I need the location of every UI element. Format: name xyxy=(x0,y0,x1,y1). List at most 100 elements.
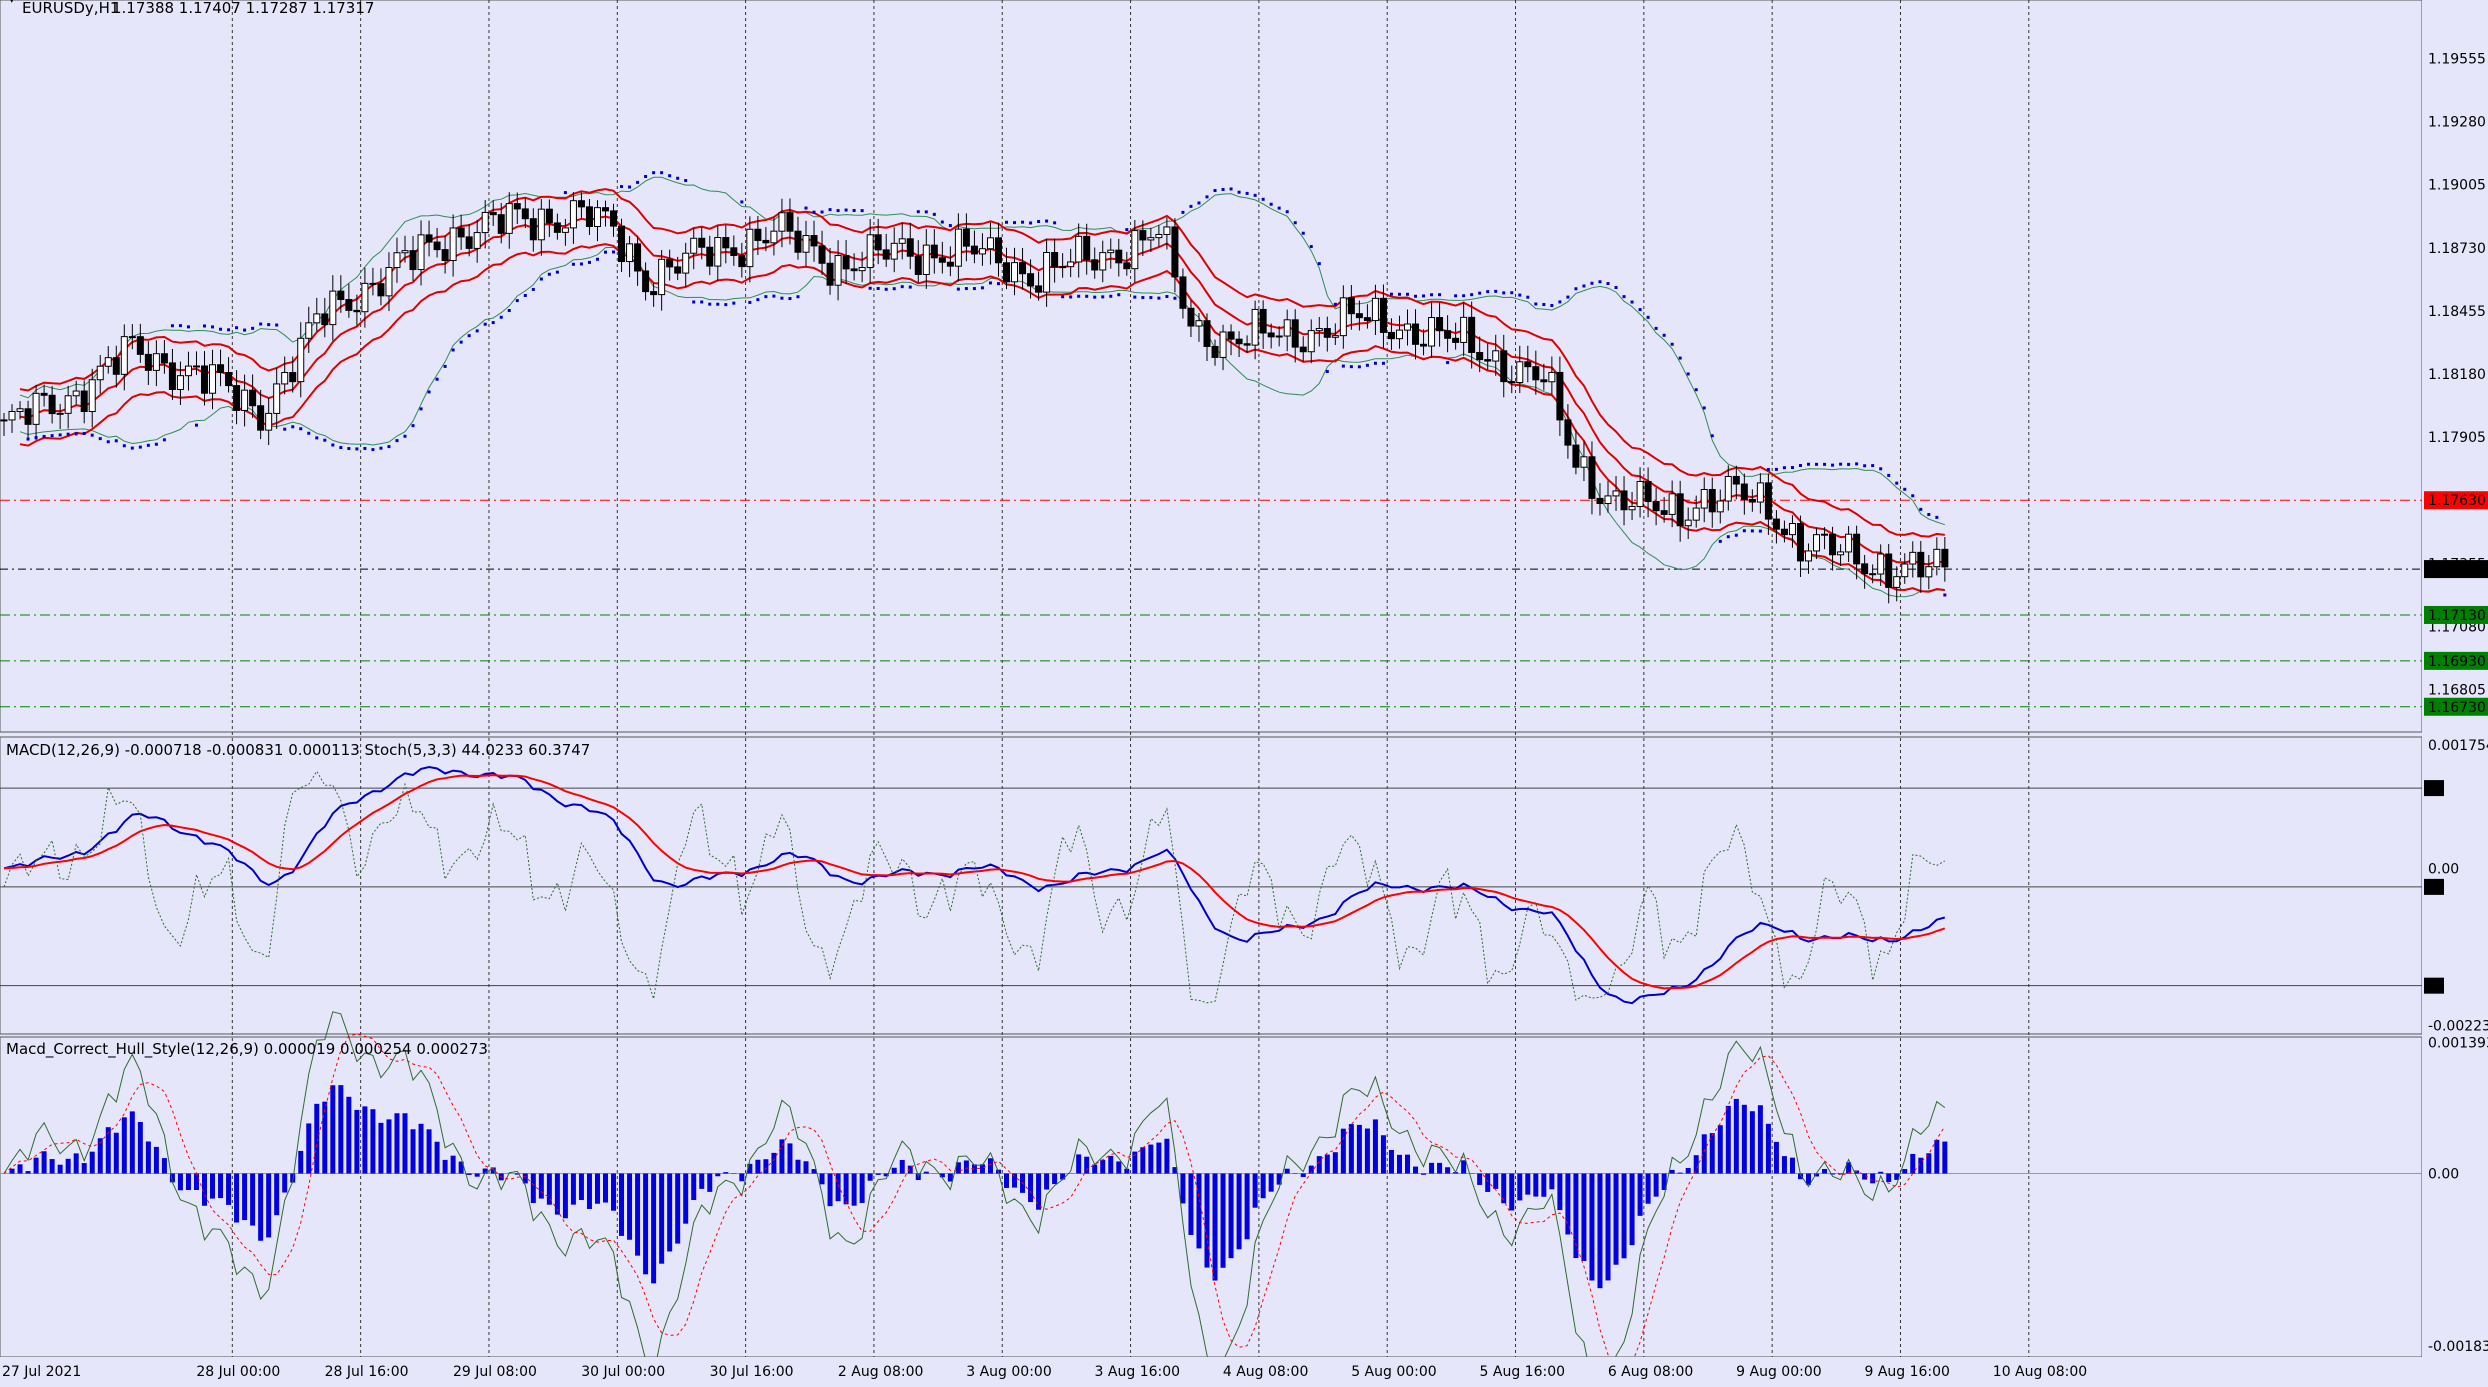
candle-body xyxy=(1355,313,1363,319)
psar-dot xyxy=(1502,291,1506,295)
psar-dot xyxy=(892,287,896,291)
candle-body xyxy=(1772,518,1780,530)
candle-body xyxy=(577,200,585,208)
psar-dot xyxy=(732,301,736,305)
psar-dot xyxy=(58,433,62,437)
psar-dot xyxy=(812,210,816,214)
ohlc-readout: 1.17388 1.17407 1.17287 1.17317 xyxy=(112,0,374,17)
candle-body xyxy=(1404,323,1411,331)
candle-body xyxy=(281,372,289,385)
candle-body xyxy=(850,268,858,272)
psar-dot xyxy=(427,390,431,394)
psar-dot xyxy=(1782,466,1786,470)
psar-dot xyxy=(515,299,519,303)
psar-dot xyxy=(1590,281,1594,285)
psar-dot xyxy=(828,208,832,212)
candle-body xyxy=(112,357,120,375)
hull-bar xyxy=(1541,1173,1547,1197)
candle-body xyxy=(553,222,561,233)
price-level-lines[interactable] xyxy=(0,499,2422,708)
psar-dot xyxy=(122,444,126,448)
hull-bar xyxy=(835,1173,841,1202)
candle-body xyxy=(1756,482,1764,503)
psar-dot xyxy=(1181,210,1185,214)
candle-body xyxy=(1917,551,1925,578)
chart-canvas[interactable]: 1.19555 1.19280 1.19005 1.18730 1.18455 1.181… xyxy=(0,0,2488,1387)
candle-body xyxy=(1059,266,1067,269)
hull-bar xyxy=(1557,1173,1563,1211)
candle-body xyxy=(64,395,72,414)
candle-body xyxy=(994,237,1002,264)
candle-body xyxy=(1203,320,1211,347)
macd-signal-line xyxy=(3,774,1946,990)
psar-dot xyxy=(299,427,303,431)
candle-body xyxy=(1107,249,1115,254)
psar-dot xyxy=(411,424,415,428)
psar-dot xyxy=(972,287,976,291)
hull-bar xyxy=(771,1152,777,1174)
hull-panel[interactable] xyxy=(0,1036,2423,1358)
hull-bar xyxy=(346,1096,352,1174)
psar-dot xyxy=(1702,406,1706,410)
candle-body xyxy=(361,282,369,313)
hull-bar xyxy=(1725,1105,1731,1174)
time-tick-label: 9 Aug 16:00 xyxy=(1864,1364,1950,1380)
menu-triangle-icon[interactable]: ▼ xyxy=(6,0,18,5)
candle-body xyxy=(88,379,96,413)
psar-dot xyxy=(82,431,86,435)
candle-body xyxy=(289,372,297,383)
candles[interactable] xyxy=(0,192,1949,604)
time-tick-label: 28 Jul 00:00 xyxy=(196,1364,280,1380)
candle-body xyxy=(914,255,922,276)
hull-tick-label: 0.00 xyxy=(2428,1167,2459,1183)
psar-dot xyxy=(1157,296,1161,300)
candle-body xyxy=(217,364,225,373)
psar-dot xyxy=(1734,533,1738,537)
hull-bar xyxy=(627,1173,633,1240)
candle-body xyxy=(32,392,40,425)
price-panel[interactable] xyxy=(0,0,2423,733)
candle-body xyxy=(1035,285,1043,293)
psar-dot xyxy=(948,224,952,228)
candle-body xyxy=(257,405,265,431)
macd-panel[interactable] xyxy=(0,736,2423,1035)
time-tick-label: 28 Jul 16:00 xyxy=(325,1364,409,1380)
hull-bar xyxy=(338,1085,344,1174)
hull-bar xyxy=(1220,1173,1226,1268)
candle-body xyxy=(954,228,962,267)
hull-bar xyxy=(1236,1173,1242,1250)
hull-bar xyxy=(1653,1173,1659,1197)
stoch-level-label: 15 xyxy=(2426,979,2444,995)
psar-dot xyxy=(339,446,343,450)
price-tick-label: 1.17905 xyxy=(2428,430,2486,446)
psar-dot xyxy=(1005,220,1008,224)
candle-body xyxy=(1468,316,1476,353)
candle-body xyxy=(529,218,537,241)
candle-body xyxy=(1692,507,1700,521)
candle-body xyxy=(1853,533,1861,565)
psar-dot xyxy=(644,174,648,178)
psar-dot xyxy=(804,206,808,210)
psar-dot xyxy=(1109,294,1113,298)
hull-bar xyxy=(105,1127,111,1174)
psar-dot xyxy=(1758,529,1762,533)
candle-body xyxy=(481,211,489,234)
candle-body xyxy=(882,249,890,260)
hull-bar xyxy=(538,1173,544,1199)
candle-body xyxy=(1291,319,1299,348)
candle-body xyxy=(866,234,874,269)
hull-bar xyxy=(1669,1169,1675,1174)
hull-bar xyxy=(1693,1155,1699,1174)
hull-bar xyxy=(466,1173,472,1175)
candle-body xyxy=(674,266,682,274)
candle-body xyxy=(706,246,714,267)
candle-body xyxy=(1893,576,1901,588)
candle-body xyxy=(746,228,754,268)
hull-bar xyxy=(795,1159,801,1174)
candle-body xyxy=(377,283,385,297)
candle-body xyxy=(1251,308,1259,346)
candle-body xyxy=(834,255,842,286)
candle-body xyxy=(1829,533,1837,556)
psar-dot xyxy=(1454,294,1458,298)
psar-dot xyxy=(1430,293,1434,297)
